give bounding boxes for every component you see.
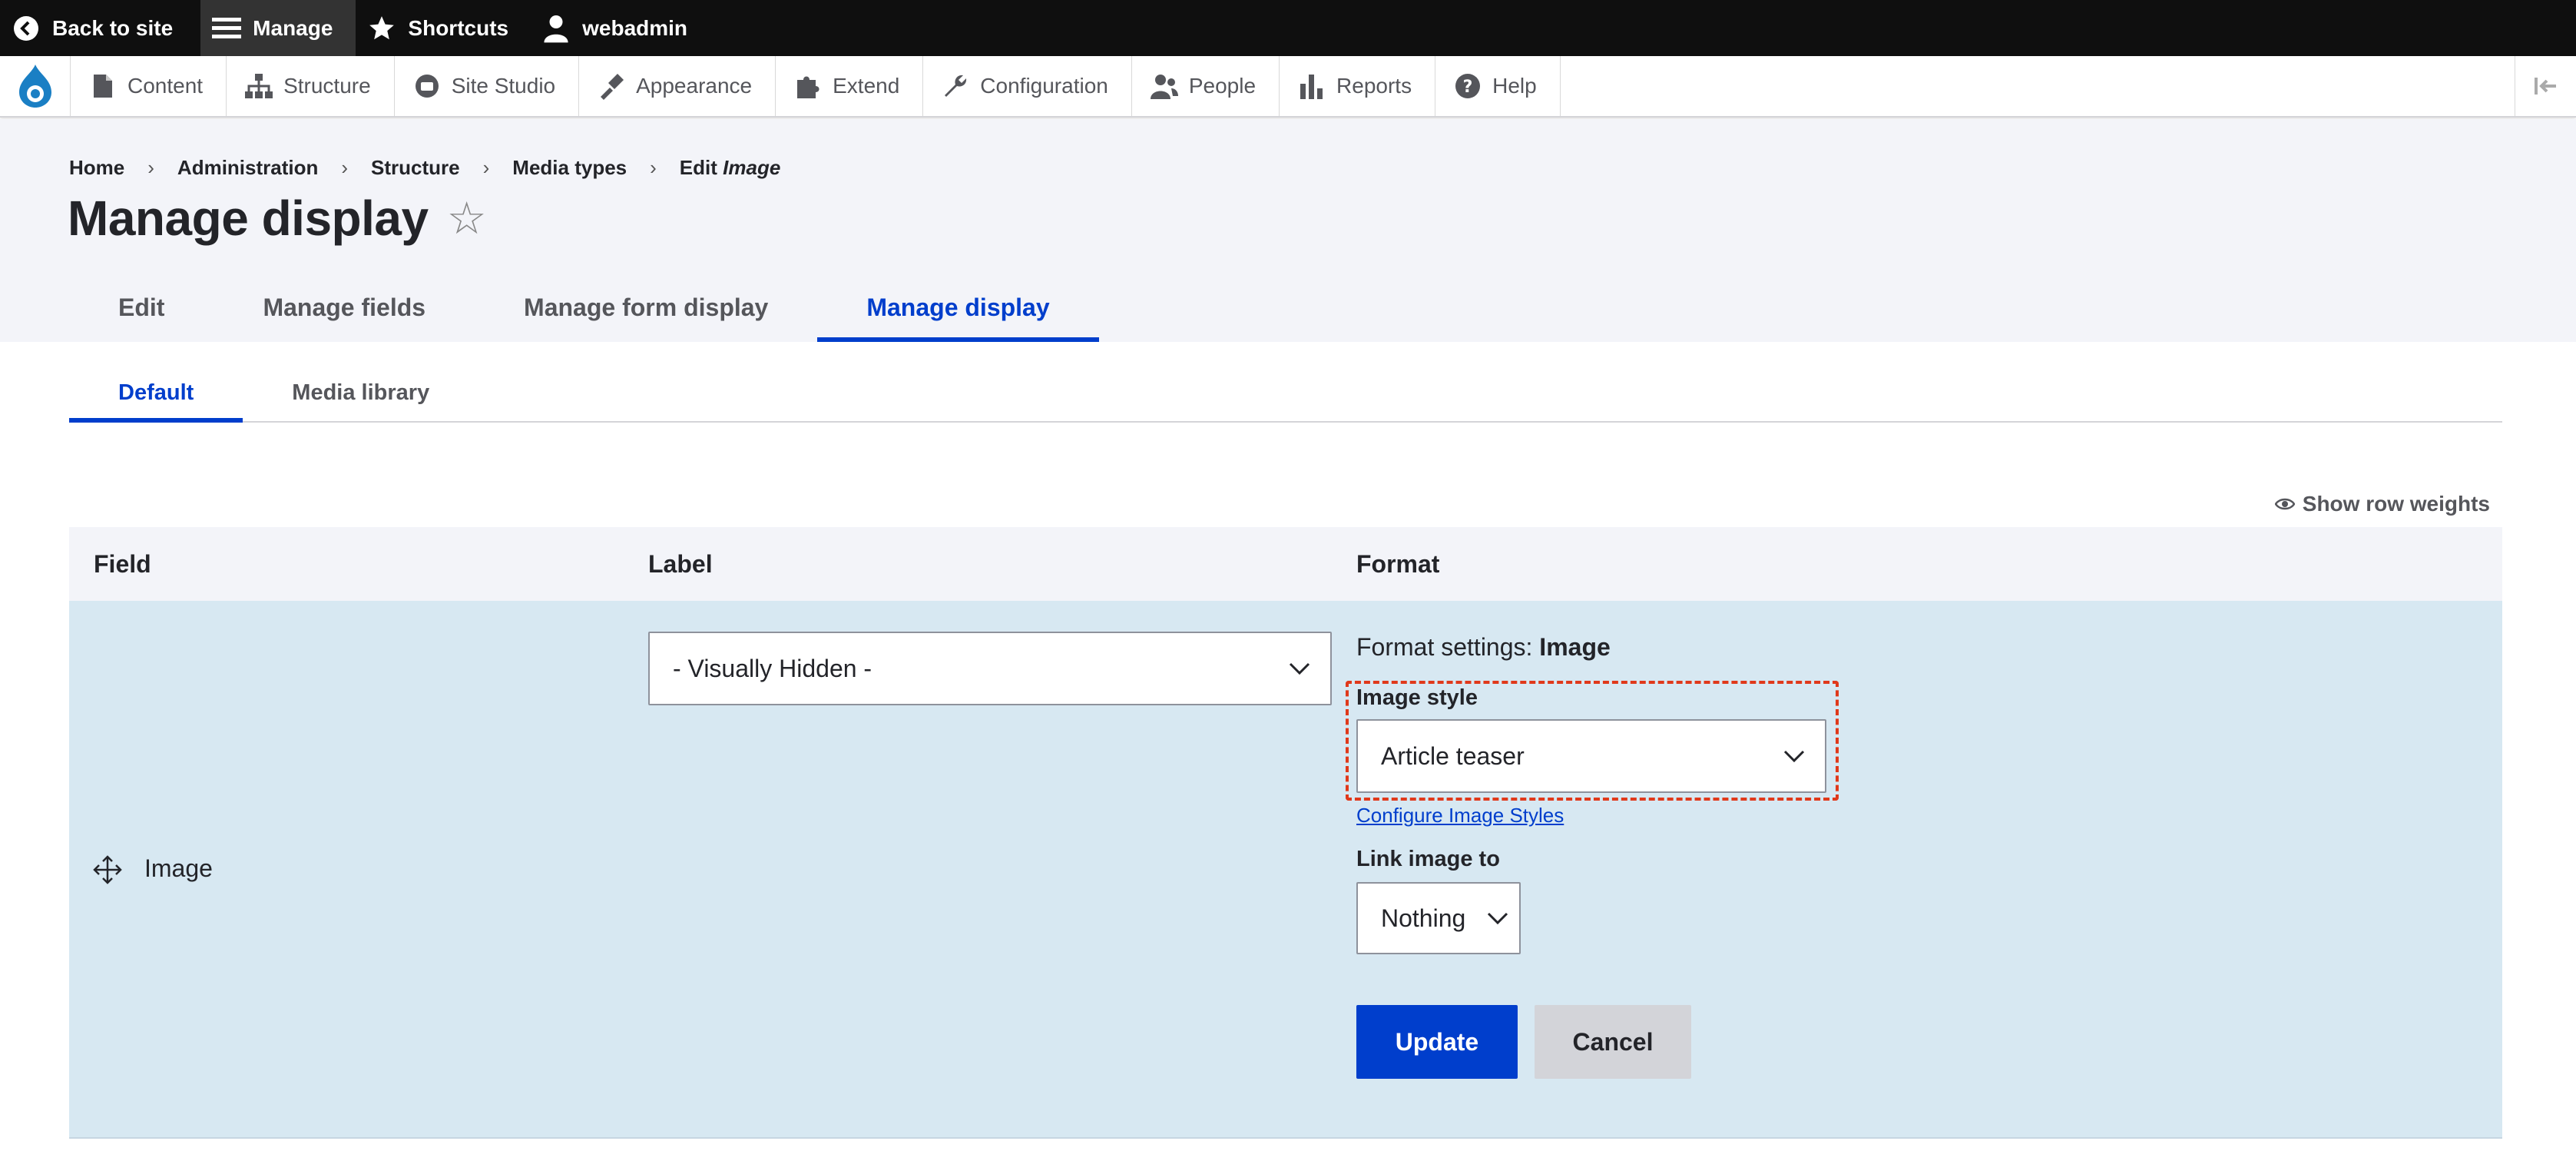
column-header-label: Label bbox=[648, 549, 713, 578]
link-image-select[interactable]: Nothing bbox=[1356, 882, 1521, 954]
manage-tab[interactable]: Manage bbox=[200, 0, 356, 56]
breadcrumb-separator: › bbox=[147, 156, 154, 179]
wrench-icon bbox=[940, 71, 971, 101]
eye-icon bbox=[2274, 497, 2295, 511]
link-image-label: Link image to bbox=[1356, 847, 1500, 871]
menu-item-label: Appearance bbox=[636, 74, 753, 98]
breadcrumb-link-structure[interactable]: Structure bbox=[371, 156, 460, 180]
tab-manage-fields[interactable]: Manage fields bbox=[214, 273, 475, 342]
menu-item-label: People bbox=[1188, 74, 1257, 98]
column-header-format: Format bbox=[1356, 549, 1440, 578]
tray-orientation-toggle[interactable] bbox=[2515, 56, 2576, 116]
menu-item-label: Extend bbox=[833, 74, 900, 98]
breadcrumb-current[interactable]: Edit Image bbox=[680, 156, 781, 180]
menu-item-help[interactable]: ? Help bbox=[1435, 56, 1561, 116]
show-row-weights-button[interactable]: Show row weights bbox=[2274, 492, 2490, 516]
menu-item-content[interactable]: Content bbox=[71, 56, 227, 116]
field-name: Image bbox=[144, 854, 213, 882]
menu-item-people[interactable]: People bbox=[1132, 56, 1280, 116]
table-header: Field Label Format bbox=[69, 527, 2502, 601]
menu-item-extend[interactable]: Extend bbox=[776, 56, 924, 116]
menu-item-label: Help bbox=[1492, 74, 1537, 98]
breadcrumb-link-media-types[interactable]: Media types bbox=[512, 156, 627, 180]
menu-item-reports[interactable]: Reports bbox=[1280, 56, 1436, 116]
menu-item-appearance[interactable]: Appearance bbox=[579, 56, 776, 116]
sitemap-icon bbox=[243, 71, 274, 101]
back-arrow-icon bbox=[11, 13, 41, 44]
breadcrumb-separator: › bbox=[482, 156, 490, 179]
menu-item-label: Structure bbox=[283, 74, 371, 98]
menu-item-configuration[interactable]: Configuration bbox=[923, 56, 1132, 116]
link-image-value: Nothing bbox=[1381, 904, 1466, 932]
menu-item-structure[interactable]: Structure bbox=[227, 56, 395, 116]
chevron-down-icon bbox=[1783, 750, 1805, 762]
menu-item-label: Configuration bbox=[980, 74, 1108, 98]
collapse-left-icon bbox=[2534, 78, 2556, 95]
tab-manage-display[interactable]: Manage display bbox=[817, 273, 1099, 342]
chevron-down-icon bbox=[1289, 662, 1310, 675]
label-display-select[interactable]: - Visually Hidden - bbox=[648, 632, 1332, 705]
admin-menu-tray: Content Structure Site Studio Appearance… bbox=[0, 56, 2576, 118]
tab-manage-form-display[interactable]: Manage form display bbox=[475, 273, 817, 342]
tab-edit[interactable]: Edit bbox=[69, 273, 214, 342]
image-style-select[interactable]: Article teaser bbox=[1356, 719, 1826, 793]
manage-label: Manage bbox=[253, 15, 333, 40]
primary-tabs: Edit Manage fields Manage form display M… bbox=[69, 273, 1099, 342]
breadcrumb-current-prefix: Edit bbox=[679, 156, 717, 179]
menu-item-label: Reports bbox=[1336, 74, 1412, 98]
column-header-field: Field bbox=[94, 549, 151, 578]
breadcrumb-link-administration[interactable]: Administration bbox=[177, 156, 318, 180]
menu-item-label: Site Studio bbox=[451, 74, 556, 98]
secondary-tabs: Default Media library bbox=[69, 365, 2502, 423]
update-button[interactable]: Update bbox=[1356, 1005, 1518, 1079]
page-title: Manage display ☆ bbox=[68, 190, 487, 247]
breadcrumb-current-name: Image bbox=[723, 156, 781, 179]
drupal-logo[interactable] bbox=[0, 56, 71, 116]
star-icon bbox=[366, 13, 397, 44]
configure-image-styles-link[interactable]: Configure Image Styles bbox=[1356, 804, 1564, 828]
bar-chart-icon bbox=[1296, 71, 1327, 101]
site-studio-icon bbox=[412, 71, 442, 101]
format-settings-prefix: Format settings: bbox=[1356, 633, 1533, 661]
menu-item-site-studio[interactable]: Site Studio bbox=[395, 56, 580, 116]
hamburger-icon bbox=[211, 13, 242, 44]
tab-default[interactable]: Default bbox=[69, 365, 243, 423]
user-icon bbox=[541, 13, 571, 44]
menu-item-label: Content bbox=[127, 74, 204, 98]
cancel-button[interactable]: Cancel bbox=[1535, 1005, 1691, 1079]
breadcrumb: Home › Administration › Structure › Medi… bbox=[69, 156, 780, 180]
breadcrumb-link-home[interactable]: Home bbox=[69, 156, 124, 180]
breadcrumb-separator: › bbox=[341, 156, 349, 179]
drag-handle-icon[interactable] bbox=[92, 854, 123, 889]
shortcuts-tab[interactable]: Shortcuts bbox=[356, 0, 530, 56]
help-icon: ? bbox=[1452, 71, 1483, 101]
format-settings-name: Image bbox=[1539, 633, 1611, 661]
paintbrush-icon bbox=[596, 71, 627, 101]
document-icon bbox=[88, 71, 118, 101]
label-display-value: - Visually Hidden - bbox=[673, 654, 872, 682]
page-title-text: Manage display bbox=[68, 191, 429, 246]
back-to-site-label: Back to site bbox=[52, 15, 174, 40]
page-header: Home › Administration › Structure › Medi… bbox=[0, 119, 2576, 342]
show-row-weights-label: Show row weights bbox=[2302, 492, 2490, 516]
people-icon bbox=[1149, 71, 1180, 101]
image-style-label: Image style bbox=[1356, 685, 1478, 710]
format-settings-title: Format settings: Image bbox=[1356, 633, 1611, 662]
user-label: webadmin bbox=[582, 15, 688, 40]
table-row: Image - Visually Hidden - Format setting… bbox=[69, 601, 2502, 1139]
image-style-value: Article teaser bbox=[1381, 741, 1525, 770]
back-to-site-link[interactable]: Back to site bbox=[0, 0, 194, 56]
user-tab[interactable]: webadmin bbox=[530, 0, 709, 56]
breadcrumb-separator: › bbox=[650, 156, 657, 179]
tab-media-library[interactable]: Media library bbox=[243, 365, 478, 421]
shortcuts-label: Shortcuts bbox=[408, 15, 509, 40]
shortcut-star-icon[interactable]: ☆ bbox=[447, 192, 487, 244]
chevron-down-icon bbox=[1487, 912, 1508, 924]
admin-toolbar: Back to site Manage Shortcuts webadmin bbox=[0, 0, 2576, 56]
drupal-drop-icon bbox=[18, 65, 51, 108]
svg-text:?: ? bbox=[1463, 78, 1473, 97]
puzzle-icon bbox=[793, 71, 823, 101]
